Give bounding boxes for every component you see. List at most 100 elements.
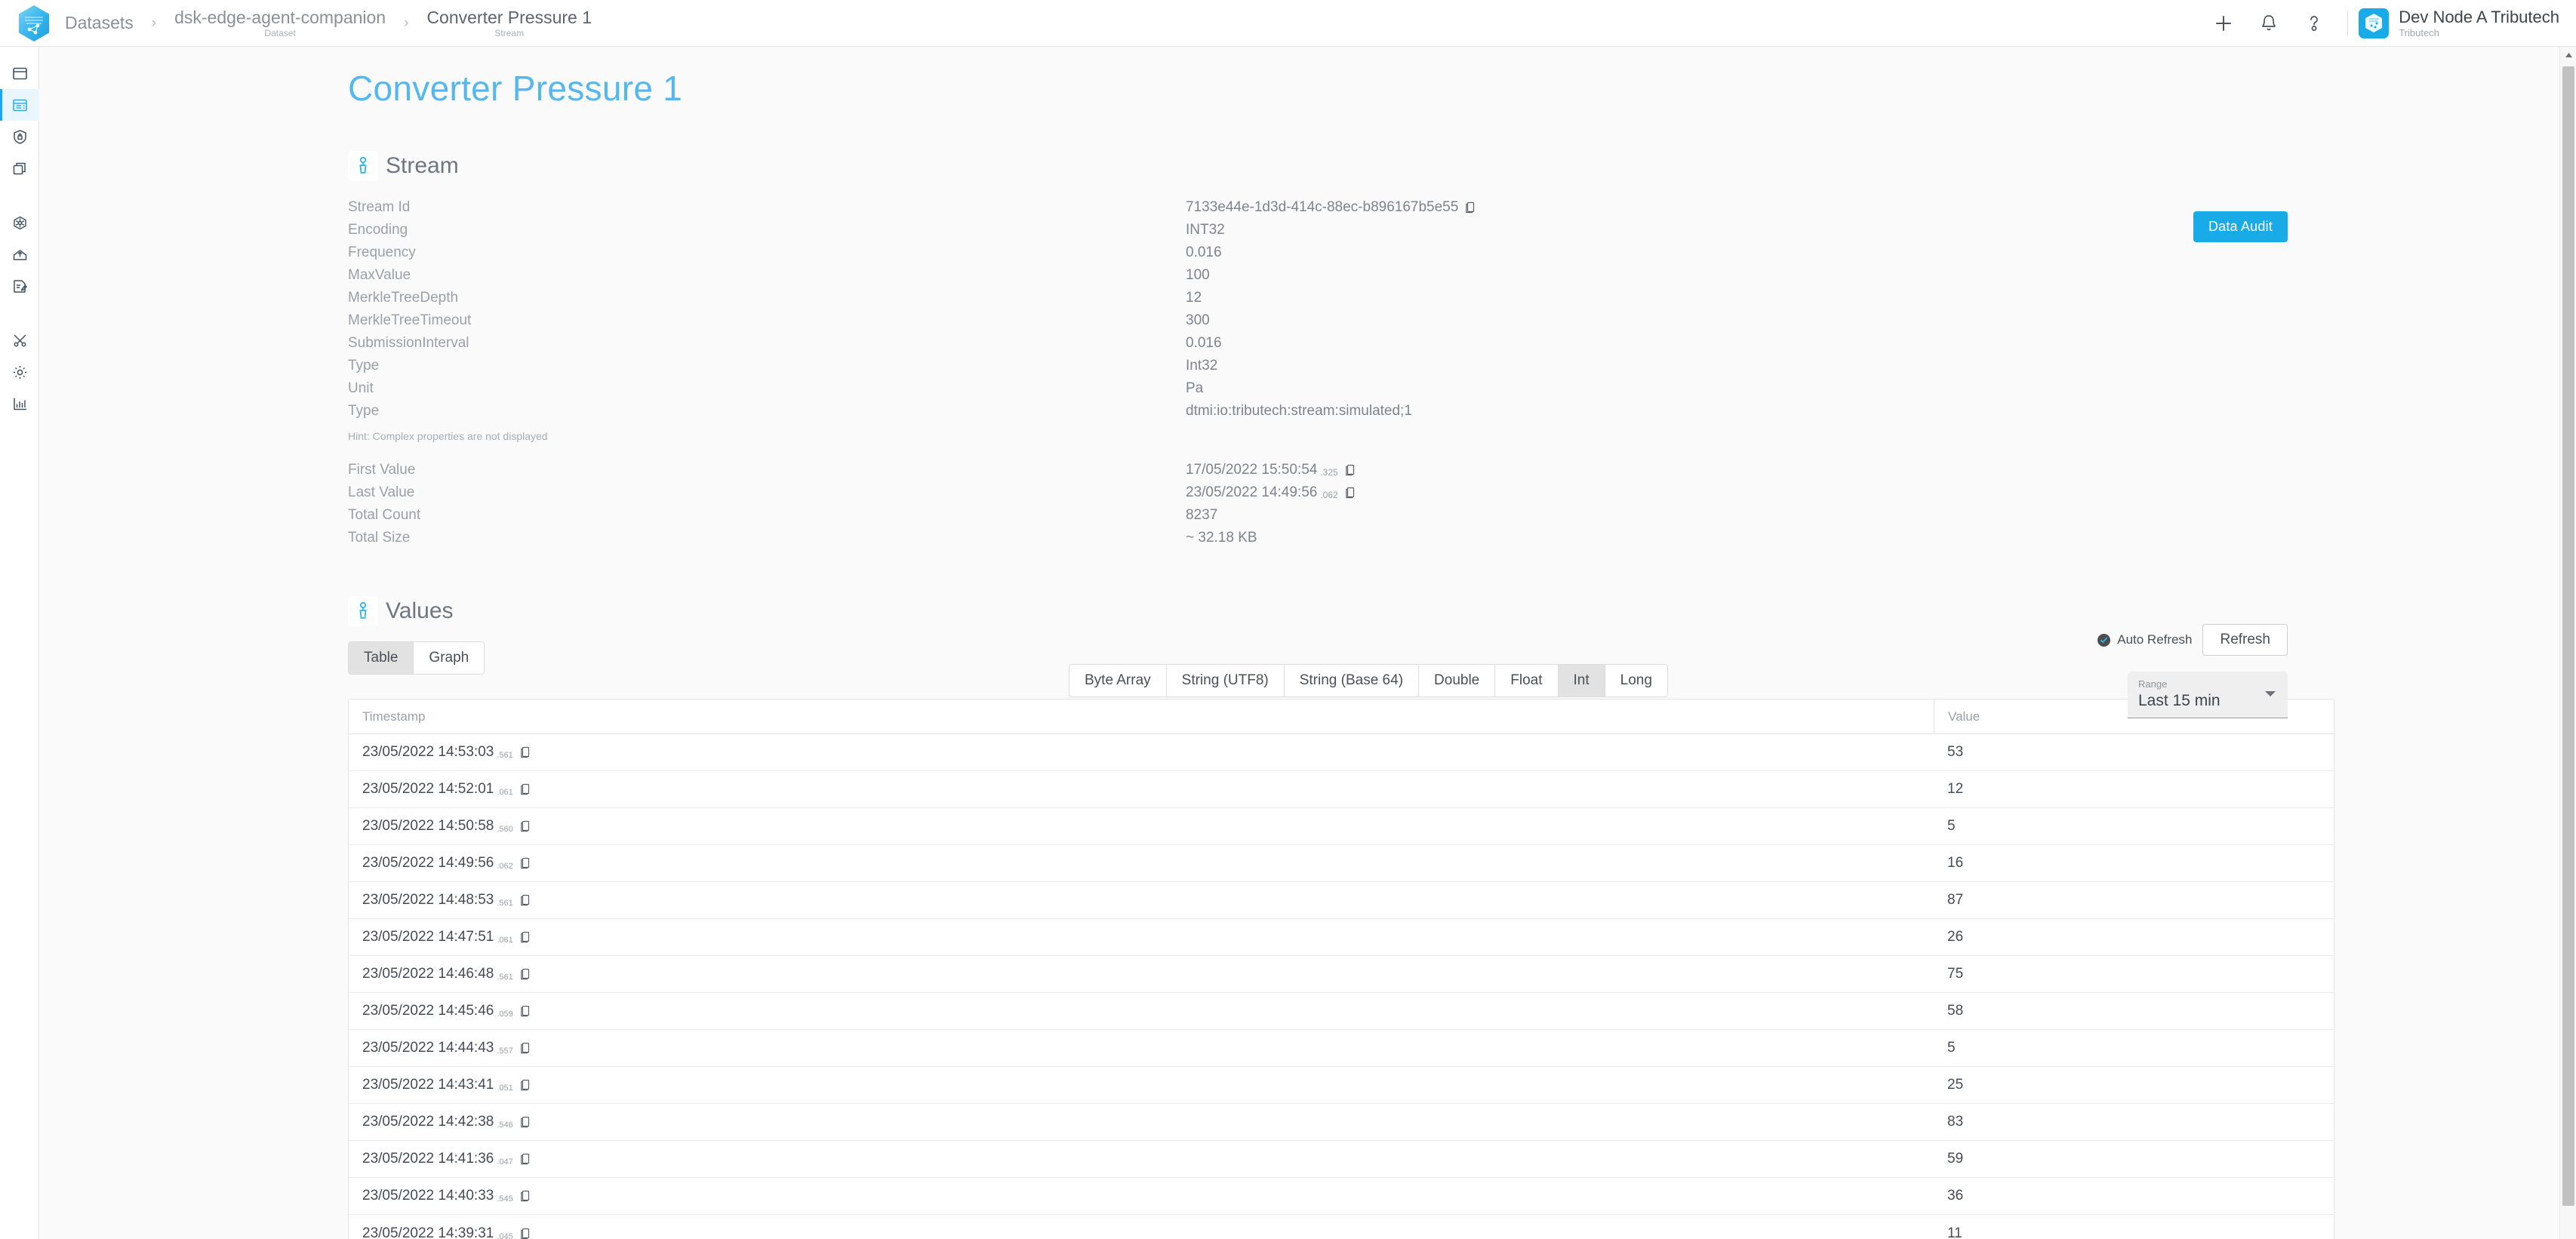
breadcrumb-separator: › (151, 15, 157, 31)
property-value-text: 7133e44e-1d3d-414c-88ec-b896167b5e55 (1186, 199, 1459, 215)
table-row[interactable]: 23/05/2022 14:43:41.051 25 (349, 1067, 2334, 1104)
tab-graph[interactable]: Graph (413, 641, 485, 675)
scrollbar-thumb[interactable] (2562, 66, 2574, 1206)
copy-icon[interactable] (520, 1228, 531, 1239)
table-row[interactable]: 23/05/2022 14:45:46.059 58 (349, 993, 2334, 1030)
sidebar-item-analytics[interactable] (0, 388, 39, 420)
sidebar-item-twins[interactable] (0, 152, 39, 184)
copy-icon[interactable] (520, 968, 531, 980)
timestamp-text: 23/05/2022 14:49:56 (362, 855, 494, 871)
timestamp-ms: .545 (497, 1194, 513, 1204)
breadcrumb-sublabel: Stream (494, 28, 525, 39)
data-audit-button[interactable]: Data Audit (2193, 211, 2288, 242)
copy-icon[interactable] (520, 783, 531, 795)
table-row[interactable]: 23/05/2022 14:50:58.560 5 (349, 808, 2334, 845)
copy-icon[interactable] (1345, 487, 1356, 499)
timestamp-text: 23/05/2022 14:41:36 (362, 1151, 494, 1167)
table-row[interactable]: 23/05/2022 14:48:53.561 87 (349, 882, 2334, 919)
sidebar-item-settings[interactable] (0, 356, 39, 388)
help-icon[interactable] (2291, 0, 2337, 47)
tab-long[interactable]: Long (1604, 664, 1668, 697)
tab-float[interactable]: Float (1494, 664, 1558, 697)
timestamp-text: 23/05/2022 14:45:46 (362, 1003, 494, 1019)
tributech-hex-avatar (2359, 8, 2390, 38)
copy-icon[interactable] (520, 1005, 531, 1017)
vertical-scrollbar[interactable] (2559, 47, 2576, 1239)
copy-icon[interactable] (520, 857, 531, 869)
sidebar-item-tools[interactable] (0, 324, 39, 356)
breadcrumb-item-stream[interactable]: Converter Pressure 1 Stream (423, 8, 595, 39)
property-key: MerkleTreeDepth (348, 290, 459, 306)
tab-string-base64[interactable]: String (Base 64) (1283, 664, 1419, 697)
table-row[interactable]: 23/05/2022 14:39:31.045 11 (349, 1215, 2334, 1239)
table-row[interactable]: 23/05/2022 14:47:51.061 26 (349, 919, 2334, 956)
stat-row: First Value 17/05/2022 15:50:54 .325 (348, 459, 2561, 481)
table-row[interactable]: 23/05/2022 14:53:03.561 53 (349, 734, 2334, 771)
copy-icon[interactable] (520, 894, 531, 906)
cell-value: 87 (1947, 892, 1964, 908)
table-row[interactable]: 23/05/2022 14:52:01.061 12 (349, 771, 2334, 808)
tab-double[interactable]: Double (1418, 664, 1495, 697)
sidebar-item-datasets[interactable] (0, 89, 39, 121)
property-value: 12 (1186, 290, 1202, 306)
tributech-hex-logo[interactable] (17, 4, 51, 43)
cell-value: 11 (1947, 1225, 1962, 1239)
column-header-timestamp[interactable]: Timestamp (349, 699, 1934, 734)
refresh-button[interactable]: Refresh (2202, 624, 2288, 656)
copy-icon[interactable] (520, 746, 531, 758)
topbar-divider (2347, 10, 2349, 36)
cell-timestamp: 23/05/2022 14:50:58.560 (349, 808, 1934, 845)
stat-value: 8237 (1186, 507, 1218, 523)
tab-string-utf8[interactable]: String (UTF8) (1165, 664, 1284, 697)
table-row[interactable]: 23/05/2022 14:44:43.557 5 (349, 1030, 2334, 1067)
chevron-down-icon[interactable] (2265, 691, 2276, 696)
stat-value-ms: .062 (1320, 490, 1338, 500)
sidebar-item-network[interactable] (0, 207, 39, 238)
table-row[interactable]: 23/05/2022 14:41:36.047 59 (349, 1141, 2334, 1178)
table-row[interactable]: 23/05/2022 14:46:48.561 75 (349, 956, 2334, 993)
tab-table[interactable]: Table (348, 641, 414, 675)
properties-hint: Hint: Complex properties are not display… (348, 430, 548, 442)
copy-icon[interactable] (520, 931, 531, 943)
stream-icon (348, 596, 378, 626)
copy-icon[interactable] (520, 1116, 531, 1128)
account-menu[interactable]: Dev Node A Tributech Tributech (2359, 0, 2573, 47)
sidebar-item-contracts[interactable] (0, 270, 39, 302)
property-value: INT32 (1186, 222, 1225, 238)
sidebar-item-security[interactable] (0, 121, 39, 152)
breadcrumb-separator: › (404, 15, 409, 31)
plus-icon[interactable] (2201, 0, 2246, 47)
copy-icon[interactable] (520, 1042, 531, 1054)
timestamp-ms: .061 (497, 788, 513, 797)
copy-icon[interactable] (520, 820, 531, 832)
gear-icon (12, 364, 28, 380)
property-value: 0.016 (1186, 335, 1222, 351)
auto-refresh-toggle[interactable]: Auto Refresh (2097, 632, 2192, 647)
copy-icon[interactable] (520, 1079, 531, 1091)
breadcrumb-item-dataset[interactable]: dsk-edge-agent-companion Dataset (171, 8, 389, 39)
table-row[interactable]: 23/05/2022 14:40:33.545 36 (349, 1178, 2334, 1215)
timestamp-text: 23/05/2022 14:52:01 (362, 781, 494, 797)
copy-icon[interactable] (520, 1153, 531, 1165)
copy-icon[interactable] (520, 1190, 531, 1202)
table-row[interactable]: 23/05/2022 14:49:56.062 16 (349, 845, 2334, 882)
table-body: 23/05/2022 14:53:03.561 53 23/05/2022 14:5… (349, 734, 2334, 1239)
bell-icon[interactable] (2246, 0, 2291, 47)
view-tab-group: Table Graph (348, 641, 485, 675)
breadcrumb-item-datasets[interactable]: Datasets (62, 13, 137, 32)
copy-icon[interactable] (1465, 201, 1476, 214)
table-row[interactable]: 23/05/2022 14:42:38.546 83 (349, 1104, 2334, 1141)
cell-value: 58 (1947, 1003, 1964, 1019)
tab-int[interactable]: Int (1557, 664, 1605, 697)
range-select[interactable]: Range Last 15 min (2128, 672, 2288, 718)
sidebar-item-inbox[interactable] (0, 238, 39, 270)
copy-icon[interactable] (1345, 464, 1356, 476)
property-key: Unit (348, 380, 374, 396)
property-row: Unit Pa (348, 377, 2561, 400)
datasets-icon (12, 97, 28, 113)
check-icon (2097, 633, 2111, 647)
cell-timestamp: 23/05/2022 14:49:56.062 (349, 845, 1934, 882)
sidebar-item-dashboard[interactable] (0, 57, 39, 89)
scroll-up-icon[interactable] (2560, 47, 2576, 63)
tab-byte-array[interactable]: Byte Array (1069, 664, 1166, 697)
